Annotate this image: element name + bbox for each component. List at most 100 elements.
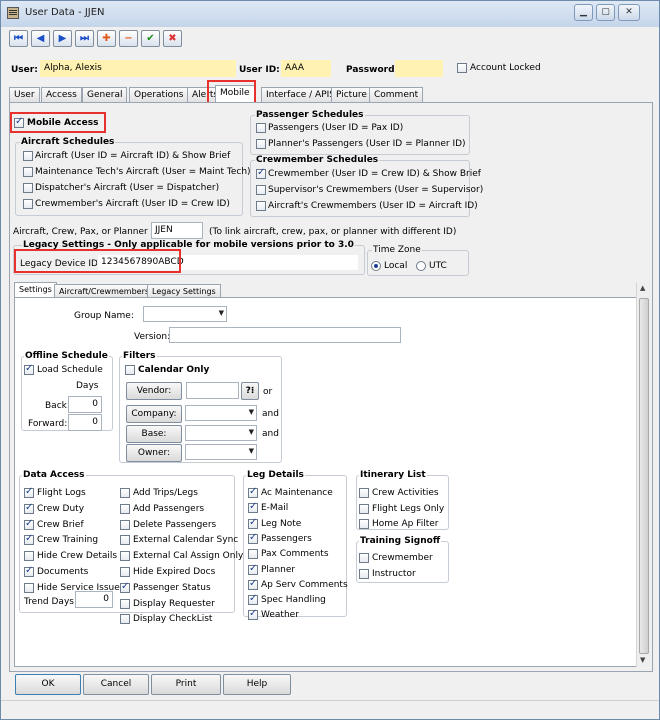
scroll-up-icon[interactable]: ▲ (640, 284, 645, 292)
supervisor-crew-checkbox[interactable] (256, 185, 266, 195)
leg-detail-item-checkbox[interactable] (248, 608, 258, 621)
timezone-utc-radio[interactable] (416, 261, 426, 271)
leg-detail-item-checkbox[interactable] (248, 563, 258, 575)
data-access-item-checkbox[interactable] (24, 533, 34, 546)
data-access-item-checkbox[interactable] (24, 502, 34, 514)
maint-tech-aircraft-label: Maintenance Tech's Aircraft (User = Main… (35, 167, 251, 177)
prev-record-button[interactable]: ◀ (31, 30, 50, 47)
itinerary-item-checkbox[interactable] (359, 503, 369, 514)
help-button[interactable]: Help (223, 674, 291, 695)
planner-passengers-checkbox[interactable] (256, 139, 266, 149)
next-record-button[interactable]: ▶ (53, 30, 72, 47)
base-button[interactable]: Base: (126, 425, 182, 443)
crewmember-schedule-checkbox[interactable] (256, 167, 266, 179)
aircraft-schedule-checkbox[interactable] (23, 151, 33, 161)
data-access-item-checkbox[interactable] (24, 582, 34, 593)
vendor-or-label: or (263, 387, 273, 397)
data-access-item-checkbox[interactable] (24, 551, 34, 562)
leg-detail-item-checkbox[interactable] (248, 549, 258, 560)
data-access-item-checkbox[interactable] (24, 565, 34, 577)
maximize-button[interactable]: ▢ (596, 4, 615, 21)
userid-field[interactable]: AAA (281, 60, 331, 77)
data-access-item-checkbox[interactable] (120, 614, 130, 625)
user-name-field[interactable]: Alpha, Alexis (40, 60, 236, 77)
close-window-button[interactable]: ✕ (618, 4, 640, 21)
settings-scrollbar[interactable]: ▲ ▼ (636, 282, 650, 667)
print-button[interactable]: Print (151, 674, 221, 695)
passengers-label: Passengers (User ID = Pax ID) (268, 123, 404, 133)
calendar-only-checkbox[interactable] (125, 365, 135, 375)
supervisor-crew-label: Supervisor's Crewmembers (User = Supervi… (268, 185, 484, 195)
version-field[interactable] (169, 327, 401, 343)
tab-general[interactable]: General (82, 87, 128, 102)
leg-detail-item-checkbox[interactable] (248, 517, 258, 529)
leg-detail-item-checkbox[interactable] (248, 593, 258, 606)
data-access-item-checkbox[interactable] (120, 551, 130, 562)
owner-select[interactable] (185, 444, 257, 460)
vendor-lookup-button[interactable]: ?⁝ (241, 382, 259, 400)
cancel-edit-button[interactable]: ✖ (163, 30, 182, 47)
timezone-local-radio[interactable] (371, 261, 381, 271)
data-access-item-checkbox[interactable] (120, 519, 130, 530)
first-record-button[interactable]: ⏮ (9, 30, 28, 47)
crewmember-aircraft-checkbox[interactable] (23, 199, 33, 209)
data-access-item-checkbox[interactable] (120, 503, 130, 514)
tab-user[interactable]: User (9, 87, 40, 102)
owner-button[interactable]: Owner: (126, 444, 182, 462)
save-record-button[interactable]: ✔ (141, 30, 160, 47)
itinerary-item-checkbox[interactable] (359, 488, 369, 498)
data-access-item-checkbox[interactable] (120, 598, 130, 609)
aircraft-crew-checkbox[interactable] (256, 201, 266, 211)
data-access-item-checkbox[interactable] (120, 488, 130, 498)
link-id-field[interactable]: JJEN (151, 222, 203, 239)
company-select[interactable] (185, 405, 257, 421)
data-access-item-checkbox[interactable] (120, 535, 130, 546)
vendor-button[interactable]: Vendor: (126, 382, 182, 400)
add-record-button[interactable]: ✚ (97, 30, 116, 47)
scroll-down-icon[interactable]: ▼ (640, 656, 645, 664)
data-access-item-label: Hide Crew Details (37, 551, 118, 562)
data-access-item-checkbox[interactable] (24, 486, 34, 498)
leg-detail-item-checkbox[interactable] (248, 532, 258, 544)
data-access-item-label: Add Passengers (133, 503, 205, 514)
minimize-button[interactable]: ▁ (574, 4, 593, 21)
forward-days-field[interactable]: 0 (68, 414, 102, 431)
tab-comment[interactable]: Comment (369, 87, 424, 102)
tab-operations[interactable]: Operations (129, 87, 189, 102)
leg-detail-item-checkbox[interactable] (248, 578, 258, 590)
scroll-thumb[interactable] (639, 298, 649, 654)
leg-detail-item-checkbox[interactable] (248, 501, 258, 514)
version-label: Version: (134, 332, 171, 342)
training-item-checkbox[interactable] (359, 553, 369, 563)
last-record-button[interactable]: ⏭ (75, 30, 94, 47)
base-select[interactable] (185, 425, 257, 441)
legacy-device-highlight (14, 249, 181, 273)
tab-interface-apis[interactable]: Interface / APIS (261, 87, 340, 102)
account-locked-checkbox[interactable] (457, 63, 467, 73)
data-access-item-checkbox[interactable] (24, 518, 34, 530)
leg-detail-item-label: Leg Note (261, 518, 302, 529)
company-button[interactable]: Company: (126, 405, 182, 423)
maint-tech-aircraft-checkbox[interactable] (23, 167, 33, 177)
group-name-select[interactable] (143, 306, 227, 322)
load-schedule-checkbox[interactable] (24, 363, 34, 375)
tab-picture[interactable]: Picture (331, 87, 372, 102)
back-days-field[interactable]: 0 (68, 396, 102, 413)
itinerary-item-checkbox[interactable] (359, 519, 369, 529)
vendor-field[interactable] (186, 382, 239, 399)
data-access-item-checkbox[interactable] (120, 581, 130, 593)
passengers-checkbox[interactable] (256, 123, 266, 133)
trend-days-field[interactable]: 0 (75, 591, 113, 608)
data-access-item-checkbox[interactable] (120, 567, 130, 577)
timezone-local-label: Local (384, 261, 408, 271)
cancel-button[interactable]: Cancel (83, 674, 149, 695)
itinerary-list-title: Itinerary List (359, 470, 427, 480)
training-item-checkbox[interactable] (359, 568, 369, 579)
delete-record-button[interactable]: − (119, 30, 138, 47)
dispatcher-aircraft-checkbox[interactable] (23, 183, 33, 193)
days-label: Days (76, 381, 99, 391)
tab-access[interactable]: Access (41, 87, 82, 102)
password-field[interactable] (395, 60, 443, 77)
leg-detail-item-checkbox[interactable] (248, 486, 258, 498)
ok-button[interactable]: OK (15, 674, 81, 695)
